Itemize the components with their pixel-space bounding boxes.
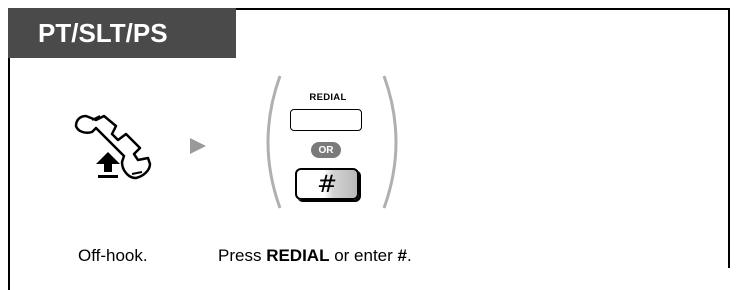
- hash-key-button: #: [295, 168, 359, 200]
- redial-label: REDIAL: [309, 92, 347, 103]
- off-hook-handset-icon: [74, 114, 152, 180]
- header-title: PT/SLT/PS: [38, 17, 168, 48]
- step2-caption: Press REDIAL or enter #.: [218, 246, 412, 266]
- or-label: OR: [318, 144, 334, 156]
- redial-button: [290, 109, 362, 131]
- or-badge: OR: [311, 142, 341, 158]
- caption-suffix: .: [406, 246, 412, 265]
- left-parenthesis: [266, 75, 282, 209]
- caption-bold-redial: REDIAL: [266, 246, 330, 265]
- arrow-shape: [190, 138, 206, 154]
- frame-right-border: [728, 8, 730, 268]
- hash-key-label: #: [316, 170, 338, 198]
- caption-mid: or enter: [329, 246, 398, 265]
- right-parenthesis: [382, 75, 398, 209]
- next-step-arrow-icon: [190, 138, 206, 154]
- step1-caption: Off-hook.: [78, 246, 148, 265]
- header-tab: PT/SLT/PS: [8, 8, 236, 58]
- caption-bold-hash: #: [397, 246, 407, 265]
- caption-prefix: Press: [218, 246, 267, 265]
